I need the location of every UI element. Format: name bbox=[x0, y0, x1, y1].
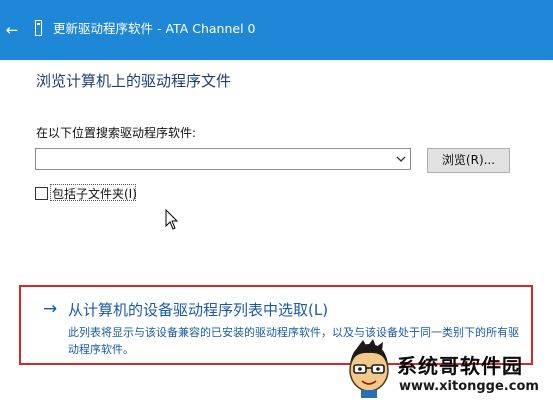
mascot-face-icon bbox=[349, 339, 389, 398]
back-arrow-icon[interactable]: ← bbox=[2, 20, 22, 40]
site-watermark: 系统哥软件园 www.xitongge.com bbox=[343, 338, 553, 405]
page-heading: 浏览计算机上的驱动程序文件 bbox=[36, 72, 232, 90]
window-title: 更新驱动程序软件 - ATA Channel 0 bbox=[53, 21, 256, 36]
include-subfolders-label[interactable]: 包括子文件夹(I) bbox=[52, 185, 137, 202]
title-bar: ← 更新驱动程序软件 - ATA Channel 0 bbox=[0, 0, 553, 60]
pick-from-list-link[interactable]: 从计算机的设备驱动程序列表中选取(L) bbox=[68, 299, 328, 320]
browse-button[interactable]: 浏览(R)... bbox=[427, 148, 510, 173]
update-driver-window: ← 更新驱动程序软件 - ATA Channel 0 浏览计算机上的驱动程序文件… bbox=[0, 0, 553, 405]
device-icon bbox=[35, 20, 42, 36]
watermark-title: 系统哥软件园 bbox=[397, 354, 523, 378]
mouse-cursor-icon bbox=[165, 209, 179, 230]
search-location-label: 在以下位置搜索驱动程序软件: bbox=[36, 126, 197, 140]
chevron-down-icon[interactable] bbox=[395, 152, 407, 166]
arrow-right-icon: → bbox=[43, 299, 58, 319]
watermark-url: www.xitongge.com bbox=[399, 379, 539, 394]
checkbox-box[interactable] bbox=[35, 187, 48, 200]
driver-path-combobox[interactable] bbox=[35, 148, 411, 170]
